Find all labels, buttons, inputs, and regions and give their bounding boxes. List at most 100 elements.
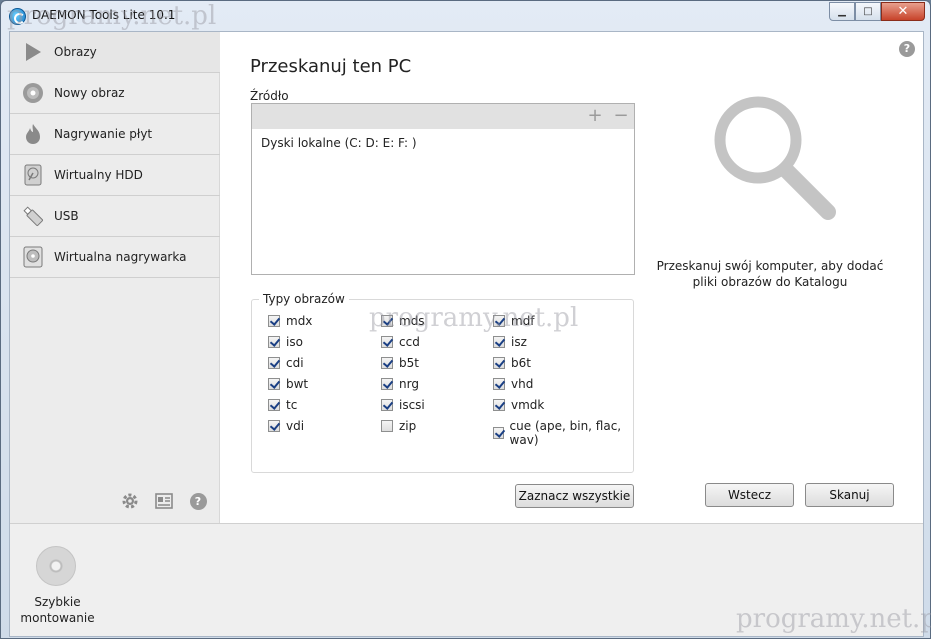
type-checkbox-cue[interactable]: cue (ape, bin, flac, wav) [493,419,633,447]
search-icon [714,96,836,220]
type-checkbox-vhd[interactable]: vhd [493,377,533,391]
type-checkbox-b5t[interactable]: b5t [381,356,419,370]
type-checkbox-bwt[interactable]: bwt [268,377,308,391]
hdd-icon [24,164,42,186]
checkbox-label: mdf [511,314,535,328]
checkbox-box[interactable] [493,315,505,327]
add-source-button[interactable]: + [585,106,605,126]
checkbox-label: cdi [286,356,304,370]
checkbox-box[interactable] [381,378,393,390]
type-checkbox-nrg[interactable]: nrg [381,377,419,391]
checkbox-label: cue (ape, bin, flac, wav) [509,419,622,447]
source-label: Źródło [250,89,289,103]
type-checkbox-isz[interactable]: isz [493,335,527,349]
checkbox-label: vdi [286,419,305,433]
checkbox-label: ccd [399,335,420,349]
license-icon[interactable] [154,491,174,511]
image-types-group: Typy obrazów mdx mds mdf iso ccd isz cdi b5t b6t… [251,292,634,473]
sidebar-item-label: USB [54,209,79,223]
checkbox-label: mdx [286,314,313,328]
client-area: Obrazy Nowy obraz Nagrywanie płyt Wirtua… [9,31,924,637]
sidebar: Obrazy Nowy obraz Nagrywanie płyt Wirtua… [10,32,220,523]
close-button[interactable]: ✕ [881,2,925,21]
type-checkbox-mdx[interactable]: mdx [268,314,312,328]
quick-mount-label[interactable]: Szybkie montowanie [10,594,105,626]
checkbox-box[interactable] [268,420,280,432]
back-button[interactable]: Wstecz [705,483,794,507]
app-window: DAEMON Tools Lite 10.1 ▁ □ ✕ Obrazy Nowy… [0,0,931,639]
type-checkbox-vmdk[interactable]: vmdk [493,398,544,412]
checkbox-label: isz [511,335,527,349]
flame-icon [26,124,40,144]
window-controls: ▁ □ ✕ [829,2,925,21]
sidebar-item-usb[interactable]: USB [10,196,220,237]
checkbox-label: iscsi [399,398,425,412]
checkbox-label: mds [399,314,425,328]
type-checkbox-b6t[interactable]: b6t [493,356,531,370]
checkbox-label: nrg [399,377,419,391]
help-icon[interactable]: ? [188,491,208,511]
maximize-button[interactable]: □ [855,2,881,21]
sidebar-item-obrazy[interactable]: Obrazy [10,32,220,73]
sidebar-item-wirtualny-hdd[interactable]: Wirtualny HDD [10,155,220,196]
select-all-button[interactable]: Zaznacz wszystkie [515,484,634,508]
source-toolbar: + − [252,104,634,129]
sidebar-item-label: Nowy obraz [54,86,125,100]
type-checkbox-zip[interactable]: zip [381,419,416,433]
type-checkbox-tc[interactable]: tc [268,398,297,412]
type-checkbox-vdi[interactable]: vdi [268,419,304,433]
sidebar-tools: ? [120,491,208,511]
burner-icon [23,246,43,268]
sidebar-item-label: Wirtualna nagrywarka [54,250,187,264]
type-checkbox-mdf[interactable]: mdf [493,314,535,328]
daemon-tools-icon [9,8,26,25]
type-checkbox-mds[interactable]: mds [381,314,425,328]
image-types-label: Typy obrazów [259,292,349,306]
title-bar[interactable]: DAEMON Tools Lite 10.1 ▁ □ ✕ [1,1,930,31]
checkbox-label: iso [286,335,303,349]
settings-icon[interactable] [120,491,140,511]
checkbox-box[interactable] [493,399,505,411]
checkbox-label: bwt [286,377,309,391]
usb-icon [23,206,43,226]
checkbox-label: tc [286,398,298,412]
scan-hint: Przeskanuj swój komputer, aby dodać plik… [656,259,884,289]
help-glyph: ? [189,492,207,510]
sidebar-item-wirtualna-nagrywarka[interactable]: Wirtualna nagrywarka [10,237,220,278]
checkbox-box[interactable] [493,336,505,348]
checkbox-box[interactable] [268,315,280,327]
sidebar-item-nowy-obraz[interactable]: Nowy obraz [10,73,220,114]
type-checkbox-iscsi[interactable]: iscsi [381,398,425,412]
sidebar-item-label: Wirtualny HDD [54,168,143,182]
scan-button[interactable]: Skanuj [805,483,894,507]
type-checkbox-ccd[interactable]: ccd [381,335,420,349]
sidebar-item-nagrywanie[interactable]: Nagrywanie płyt [10,114,220,155]
checkbox-box[interactable] [381,420,393,432]
checkbox-box[interactable] [381,357,393,369]
type-checkbox-cdi[interactable]: cdi [268,356,304,370]
checkbox-label: vhd [511,377,534,391]
source-list[interactable]: + − Dyski lokalne (C: D: E: F: ) [251,103,635,275]
help-button[interactable]: ? [899,41,915,57]
sidebar-item-label: Nagrywanie płyt [54,127,153,141]
page-title: Przeskanuj ten PC [250,56,412,77]
quick-mount-bar: Szybkie montowanie [10,523,923,636]
quick-mount-disc-icon[interactable] [36,546,76,586]
checkbox-box[interactable] [381,336,393,348]
minimize-button[interactable]: ▁ [829,2,855,21]
checkbox-box[interactable] [268,378,280,390]
checkbox-box[interactable] [381,399,393,411]
type-checkbox-iso[interactable]: iso [268,335,303,349]
checkbox-box[interactable] [268,357,280,369]
checkbox-box[interactable] [493,427,504,439]
checkbox-box[interactable] [268,336,280,348]
list-item[interactable]: Dyski lokalne (C: D: E: F: ) [261,136,417,150]
checkbox-label: vmdk [511,398,545,412]
remove-source-button[interactable]: − [611,106,631,126]
checkbox-box[interactable] [493,378,505,390]
checkbox-box[interactable] [381,315,393,327]
window-title: DAEMON Tools Lite 10.1 [32,8,176,22]
checkbox-box[interactable] [493,357,505,369]
disc-icon [23,83,43,103]
checkbox-box[interactable] [268,399,280,411]
